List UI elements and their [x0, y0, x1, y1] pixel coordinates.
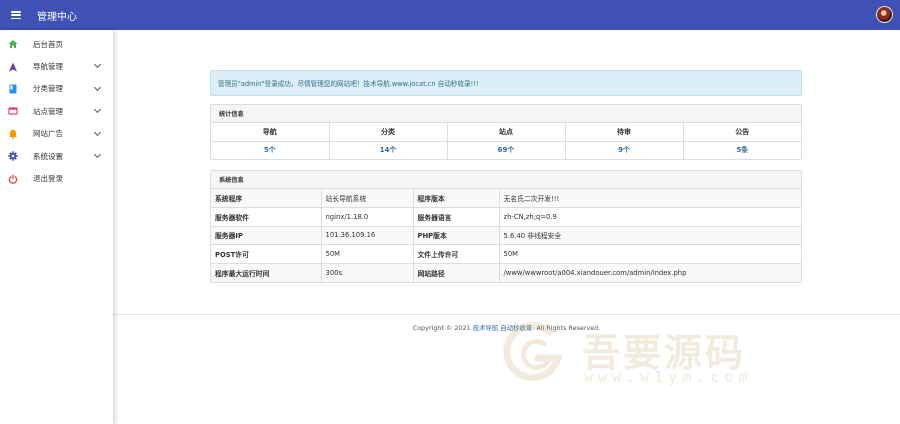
system-info-panel: 系统信息 系统程序 站长导航系统 程序版本 无名氏二次开发!!! 服务器软件 n…: [210, 170, 802, 283]
bell-icon: [8, 129, 18, 139]
table-cell-value: 300s: [321, 263, 414, 282]
stats-value-pending[interactable]: 9个: [565, 141, 684, 159]
table-cell-key: 程序版本: [413, 189, 500, 209]
sidebar: 后台首页 导航管理 分类管理 站点管理 网站广告 系统设置 退出登录: [0, 30, 113, 424]
power-icon: [8, 174, 18, 184]
table-cell-value: 50M: [321, 244, 414, 264]
top-app-bar: 管理中心: [0, 0, 900, 30]
table-cell-value: nginx/1.18.0: [321, 207, 414, 227]
table-cell-key: 网站路径: [413, 263, 500, 282]
sidebar-item-logout[interactable]: 退出登录: [0, 167, 113, 189]
table-row: POST许可 50M 文件上传许可 50M: [211, 244, 801, 264]
stats-header-cell: 公告: [683, 123, 801, 142]
sidebar-item-label: 站点管理: [33, 106, 63, 116]
stats-table: 导航 分类 站点 待审 公告 5个 14个 69个 9个 5条: [211, 123, 801, 159]
stats-values-row: 5个 14个 69个 9个 5条: [211, 141, 801, 159]
table-cell-key: 服务器软件: [211, 207, 322, 227]
stats-panel-title: 统计信息: [211, 105, 801, 123]
table-row: 服务器软件 nginx/1.18.0 服务器语言 zh-CN,zh;q=0.9: [211, 207, 801, 227]
table-row: 程序最大运行时间 300s 网站路径 /www/wwwroot/a004.xia…: [211, 263, 801, 282]
alert-text: 管理员"admin"登录成功，尽情管理您的网站吧！技术导航.www.jocat.…: [218, 80, 479, 88]
gear-icon: [8, 151, 18, 161]
table-cell-value: 无名氏二次开发!!!: [499, 189, 801, 209]
table-cell-value: 101.36.109.16: [321, 226, 414, 246]
chevron-down-icon: [93, 61, 102, 69]
stats-header-cell: 分类: [329, 123, 448, 142]
table-cell-key: PHP版本: [413, 226, 500, 246]
sidebar-item-label: 导航管理: [33, 62, 63, 72]
footer: Copyright © 2021 技术导航 自动秒收录. All Rights …: [113, 323, 900, 332]
table-row: 系统程序 站长导航系统 程序版本 无名氏二次开发!!!: [211, 189, 801, 209]
sidebar-item-label: 系统设置: [33, 151, 63, 161]
table-cell-key: 服务器IP: [211, 226, 322, 246]
chevron-down-icon: [93, 106, 102, 114]
footer-copyright: Copyright © 2021: [412, 324, 473, 332]
table-cell-value: 50M: [499, 244, 801, 264]
system-info-table: 系统程序 站长导航系统 程序版本 无名氏二次开发!!! 服务器软件 nginx/…: [211, 189, 801, 282]
table-cell-value: 站长导航系统: [321, 189, 414, 209]
table-cell-key: POST许可: [211, 244, 322, 264]
sidebar-item-sites[interactable]: 站点管理: [0, 100, 113, 122]
user-avatar[interactable]: [876, 6, 893, 23]
sidebar-item-ads[interactable]: 网站广告: [0, 123, 113, 145]
chevron-down-icon: [93, 83, 102, 91]
table-cell-key: 程序最大运行时间: [211, 263, 322, 282]
footer-link[interactable]: 技术导航 自动秒收录: [473, 324, 533, 332]
table-cell-value: zh-CN,zh;q=0.9: [499, 207, 801, 227]
hamburger-icon: [11, 11, 21, 19]
stats-header-cell: 导航: [211, 123, 330, 142]
stats-value-sites[interactable]: 69个: [447, 141, 566, 159]
chevron-down-icon: [93, 128, 102, 136]
home-icon: [8, 39, 18, 49]
stats-header-row: 导航 分类 站点 待审 公告: [211, 123, 801, 142]
stats-value-notices[interactable]: 5条: [683, 141, 801, 159]
table-cell-key: 服务器语言: [413, 207, 500, 227]
table-row: 服务器IP 101.36.109.16 PHP版本 5.6.40 非线程安全: [211, 226, 801, 246]
sidebar-item-label: 后台首页: [33, 39, 63, 49]
table-cell-value: /www/wwwroot/a004.xiandouer.com/admin/in…: [499, 263, 801, 282]
sidebar-item-label: 网站广告: [33, 129, 63, 139]
stats-header-cell: 待审: [565, 123, 684, 142]
table-cell-key: 系统程序: [211, 189, 322, 209]
main-content: 管理员"admin"登录成功，尽情管理您的网站吧！技术导航.www.jocat.…: [113, 30, 900, 424]
footer-rights: . All Rights Reserved.: [532, 324, 601, 332]
app-title: 管理中心: [37, 11, 77, 23]
navigation-icon: [8, 62, 18, 72]
sidebar-item-home[interactable]: 后台首页: [0, 33, 113, 55]
sidebar-item-category[interactable]: 分类管理: [0, 78, 113, 100]
site-icon: [8, 106, 18, 116]
table-cell-key: 文件上传许可: [413, 244, 500, 264]
sidebar-item-navigation[interactable]: 导航管理: [0, 55, 113, 77]
stats-value-navigation[interactable]: 5个: [211, 141, 330, 159]
system-panel-title: 系统信息: [211, 171, 801, 189]
table-cell-value: 5.6.40 非线程安全: [499, 226, 801, 246]
stats-value-category[interactable]: 14个: [329, 141, 448, 159]
menu-toggle-button[interactable]: [1, 0, 31, 30]
stats-panel: 统计信息 导航 分类 站点 待审 公告 5个 14个 69个 9个 5条: [210, 104, 802, 160]
login-success-alert: 管理员"admin"登录成功，尽情管理您的网站吧！技术导航.www.jocat.…: [210, 70, 802, 96]
stats-header-cell: 站点: [447, 123, 566, 142]
book-icon: [8, 84, 18, 94]
sidebar-item-settings[interactable]: 系统设置: [0, 145, 113, 167]
sidebar-item-label: 分类管理: [33, 84, 63, 94]
footer-divider: [113, 314, 900, 315]
sidebar-item-label: 退出登录: [33, 174, 63, 184]
chevron-down-icon: [93, 150, 102, 158]
